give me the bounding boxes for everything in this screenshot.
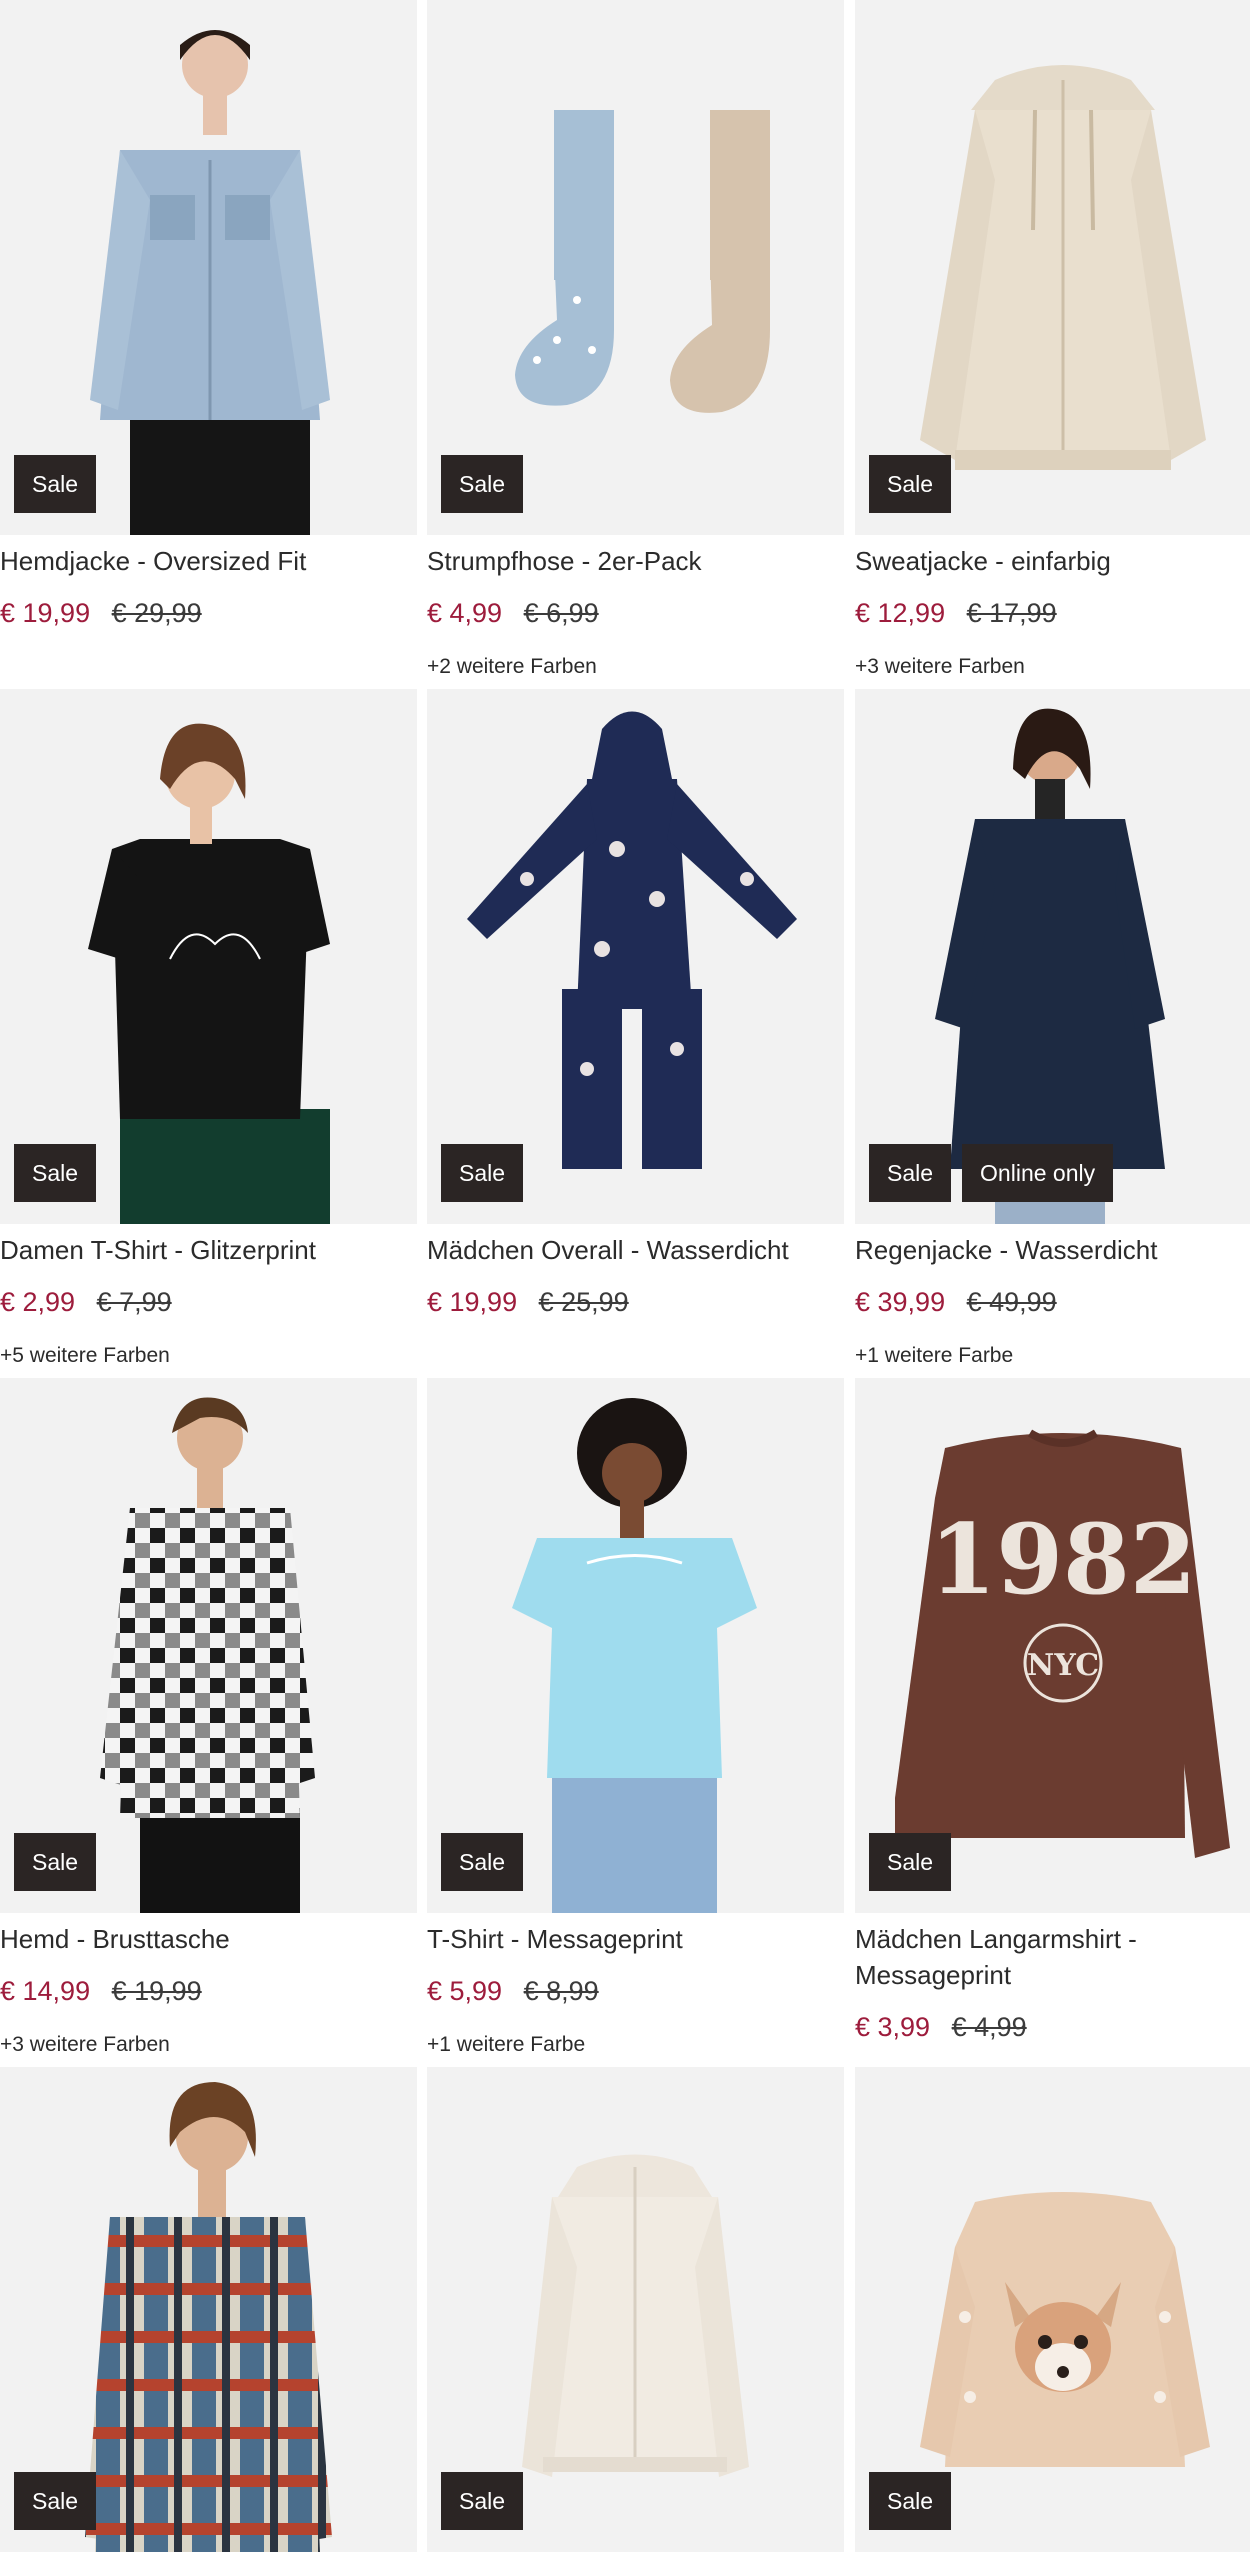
- sale-badge: Sale: [869, 455, 952, 513]
- product-image-check-shirt[interactable]: Sale: [0, 1378, 417, 1913]
- product-title[interactable]: Mädchen Langarmshirt - Messageprint: [855, 1921, 1250, 1993]
- product-card[interactable]: Sale Mädchen Overall - Wasserdicht € 19,…: [427, 689, 844, 1377]
- more-colors-link[interactable]: +2 weitere Farben: [427, 654, 597, 680]
- sale-badge: Sale: [869, 1833, 952, 1891]
- price-row: € 3,99 € 4,99: [855, 2011, 1027, 2043]
- price-row: € 4,99 € 6,99: [427, 597, 599, 629]
- sale-price: € 14,99: [0, 1976, 91, 2006]
- price-row: € 2,99 € 7,99: [0, 1286, 172, 1318]
- original-price: € 29,99: [111, 598, 202, 628]
- product-image-tights[interactable]: Sale: [427, 0, 844, 535]
- more-colors-link[interactable]: +5 weitere Farben: [0, 1343, 170, 1369]
- sale-badge: Sale: [441, 2472, 524, 2530]
- product-card[interactable]: Sale Damen T-Shirt - Glitzerprint € 2,99…: [0, 689, 417, 1377]
- product-image-tshirt[interactable]: Sale: [0, 689, 417, 1224]
- more-colors-link[interactable]: +1 weitere Farbe: [427, 2032, 585, 2058]
- product-image-plaid-shirt[interactable]: Sale: [0, 2067, 417, 2552]
- print-emblem-text: NYC: [1027, 1648, 1099, 1683]
- product-card[interactable]: Sale: [855, 2067, 1250, 2552]
- sale-badge: Sale: [441, 455, 524, 513]
- product-title[interactable]: Hemdjacke - Oversized Fit: [0, 543, 410, 579]
- original-price: € 7,99: [96, 1287, 172, 1317]
- sale-badge: Sale: [441, 1833, 524, 1891]
- more-colors-link[interactable]: +1 weitere Farbe: [855, 1343, 1013, 1369]
- product-image-denim-jacket[interactable]: Sale: [0, 0, 417, 535]
- price-row: € 19,99 € 29,99: [0, 597, 202, 629]
- price-row: € 12,99 € 17,99: [855, 597, 1057, 629]
- sale-badge: Sale: [14, 455, 97, 513]
- original-price: € 6,99: [523, 598, 599, 628]
- sale-price: € 3,99: [855, 2012, 931, 2042]
- product-title[interactable]: Strumpfhose - 2er-Pack: [427, 543, 837, 579]
- original-price: € 4,99: [951, 2012, 1027, 2042]
- print-year-text: 1982: [929, 1503, 1196, 1616]
- product-image-rain-jacket[interactable]: Sale Online only: [855, 689, 1250, 1224]
- product-image-message-tshirt[interactable]: Sale: [427, 1378, 844, 1913]
- product-image-overall[interactable]: Sale: [427, 689, 844, 1224]
- product-card[interactable]: Sale: [0, 2067, 417, 2552]
- product-card[interactable]: Sale T-Shirt - Messageprint € 5,99 € 8,9…: [427, 1378, 844, 2066]
- product-image-cream-hoodie[interactable]: Sale: [427, 2067, 844, 2552]
- sale-badge: Sale: [869, 2472, 952, 2530]
- sale-price: € 39,99: [855, 1287, 946, 1317]
- online-only-badge: Online only: [962, 1144, 1114, 1202]
- sale-price: € 2,99: [0, 1287, 76, 1317]
- sale-badge: Sale: [441, 1144, 524, 1202]
- product-title[interactable]: T-Shirt - Messageprint: [427, 1921, 837, 1957]
- price-row: € 39,99 € 49,99: [855, 1286, 1057, 1318]
- original-price: € 25,99: [538, 1287, 629, 1317]
- more-colors-link[interactable]: +3 weitere Farben: [855, 654, 1025, 680]
- product-card[interactable]: Sale Sweatjacke - einfarbig € 12,99 € 17…: [855, 0, 1250, 688]
- product-title[interactable]: Regenjacke - Wasserdicht: [855, 1232, 1250, 1268]
- product-title[interactable]: Hemd - Brusttasche: [0, 1921, 410, 1957]
- sale-price: € 12,99: [855, 598, 946, 628]
- product-card[interactable]: Sale Online only Regenjacke - Wasserdich…: [855, 689, 1250, 1377]
- original-price: € 19,99: [111, 1976, 202, 2006]
- product-title[interactable]: Damen T-Shirt - Glitzerprint: [0, 1232, 410, 1268]
- price-row: € 14,99 € 19,99: [0, 1975, 202, 2007]
- sale-price: € 4,99: [427, 598, 503, 628]
- product-image-longsleeve[interactable]: 1982 NYC Sale: [855, 1378, 1250, 1913]
- product-card[interactable]: Sale Hemdjacke - Oversized Fit € 19,99 €…: [0, 0, 417, 688]
- sale-badge: Sale: [14, 2472, 97, 2530]
- sale-price: € 5,99: [427, 1976, 503, 2006]
- more-colors-link[interactable]: +3 weitere Farben: [0, 2032, 170, 2058]
- product-card[interactable]: 1982 NYC Sale Mädchen Langarmshirt - Mes…: [855, 1378, 1250, 2066]
- price-row: € 19,99 € 25,99: [427, 1286, 629, 1318]
- sale-badge: Sale: [14, 1144, 97, 1202]
- sale-price: € 19,99: [0, 598, 91, 628]
- sale-badge: Sale: [14, 1833, 97, 1891]
- product-image-zip-hoodie[interactable]: Sale: [855, 0, 1250, 535]
- product-card[interactable]: Sale: [427, 2067, 844, 2552]
- price-row: € 5,99 € 8,99: [427, 1975, 599, 2007]
- original-price: € 49,99: [966, 1287, 1057, 1317]
- product-title[interactable]: Sweatjacke - einfarbig: [855, 543, 1250, 579]
- sale-price: € 19,99: [427, 1287, 518, 1317]
- product-card[interactable]: Sale Strumpfhose - 2er-Pack € 4,99 € 6,9…: [427, 0, 844, 688]
- product-title[interactable]: Mädchen Overall - Wasserdicht: [427, 1232, 837, 1268]
- sale-badge: Sale: [869, 1144, 952, 1202]
- product-card[interactable]: Sale Hemd - Brusttasche € 14,99 € 19,99 …: [0, 1378, 417, 2066]
- original-price: € 8,99: [523, 1976, 599, 2006]
- original-price: € 17,99: [966, 598, 1057, 628]
- product-image-fawn-sweater[interactable]: Sale: [855, 2067, 1250, 2552]
